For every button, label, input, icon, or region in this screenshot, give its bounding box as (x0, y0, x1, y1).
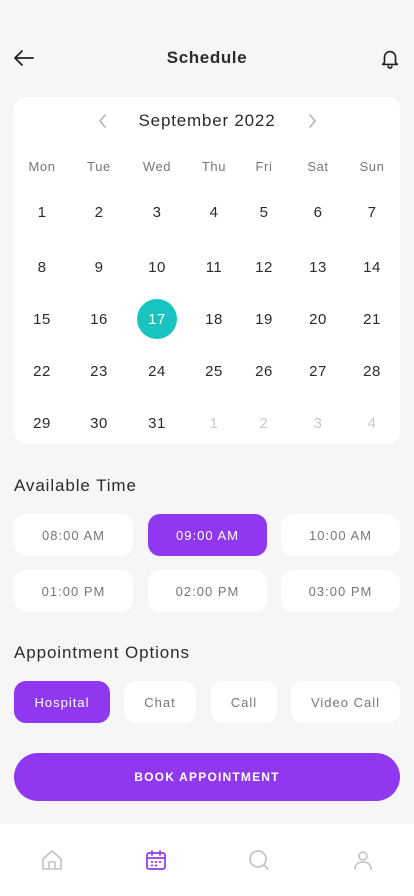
chevron-left-icon (99, 114, 106, 128)
calendar-day[interactable]: 10 (137, 247, 177, 287)
calendar-day[interactable]: 14 (352, 247, 392, 287)
calendar-day[interactable]: 12 (244, 247, 284, 287)
profile-icon (354, 851, 372, 870)
calendar-day[interactable]: 16 (79, 299, 119, 339)
calendar-day[interactable]: 29 (22, 403, 62, 443)
calendar-header: September 2022 (14, 109, 400, 133)
calendar-day[interactable]: 9 (79, 247, 119, 287)
time-slot-selected[interactable]: 09:00 AM (148, 514, 267, 556)
calendar-card: September 2022 Mon Tue Wed Thu Fri Sat S… (14, 97, 400, 444)
weekday-label: Sun (359, 159, 385, 174)
calendar-day[interactable]: 19 (244, 299, 284, 339)
calendar-day[interactable]: 2 (79, 192, 119, 232)
calendar-day[interactable]: 3 (137, 192, 177, 232)
calendar-day[interactable]: 24 (137, 351, 177, 391)
weekday-label: Thu (201, 159, 227, 174)
calendar-day[interactable]: 23 (79, 351, 119, 391)
tab-profile[interactable] (349, 846, 377, 874)
calendar-day[interactable]: 20 (298, 299, 338, 339)
calendar-day-next-month: 2 (259, 414, 269, 432)
book-appointment-button[interactable]: BOOK APPOINTMENT (14, 753, 400, 801)
weekday-label: Sat (307, 159, 329, 174)
prev-month-button[interactable] (93, 111, 113, 131)
calendar-day[interactable]: 11 (194, 247, 234, 287)
calendar-day[interactable]: 27 (298, 351, 338, 391)
available-time-title: Available Time (14, 476, 137, 495)
option-call[interactable]: Call (211, 681, 277, 723)
calendar-day[interactable]: 26 (244, 351, 284, 391)
time-slot[interactable]: 08:00 AM (14, 514, 133, 556)
appointment-options-title: Appointment Options (14, 643, 190, 662)
calendar-day-next-month: 3 (313, 414, 323, 432)
weekday-label: Wed (142, 159, 172, 174)
calendar-day[interactable]: 21 (352, 299, 392, 339)
calendar-icon (146, 850, 166, 870)
calendar-day[interactable]: 7 (352, 192, 392, 232)
calendar-day[interactable]: 1 (22, 192, 62, 232)
calendar-day[interactable]: 4 (194, 192, 234, 232)
time-slot[interactable]: 10:00 AM (281, 514, 400, 556)
time-slot[interactable]: 01:00 PM (14, 570, 133, 612)
weekday-label: Tue (87, 159, 111, 174)
bell-icon (381, 50, 399, 69)
calendar-day[interactable]: 28 (352, 351, 392, 391)
option-chat[interactable]: Chat (124, 681, 196, 723)
option-video-call[interactable]: Video Call (291, 681, 400, 723)
calendar-day-next-month: 4 (367, 414, 377, 432)
tab-home[interactable] (38, 846, 66, 874)
month-label: September 2022 (138, 111, 276, 130)
tab-schedule[interactable] (142, 846, 170, 874)
calendar-day[interactable]: 13 (298, 247, 338, 287)
calendar-day[interactable]: 5 (244, 192, 284, 232)
calendar-day[interactable]: 6 (298, 192, 338, 232)
option-hospital[interactable]: Hospital (14, 681, 110, 723)
weekday-label: Mon (28, 159, 56, 174)
tab-search[interactable] (245, 846, 273, 874)
header: Schedule (0, 36, 414, 80)
time-slot[interactable]: 03:00 PM (281, 570, 400, 612)
time-slot[interactable]: 02:00 PM (148, 570, 267, 612)
next-month-button[interactable] (302, 111, 322, 131)
calendar-day[interactable]: 18 (194, 299, 234, 339)
calendar-day[interactable]: 15 (22, 299, 62, 339)
page-title: Schedule (166, 48, 248, 67)
home-icon (42, 850, 62, 870)
calendar-day[interactable]: 31 (137, 403, 177, 443)
bottom-tab-bar (0, 824, 414, 896)
chevron-right-icon (309, 114, 316, 128)
calendar-day-selected[interactable]: 17 (137, 299, 177, 339)
calendar-day-next-month: 1 (209, 414, 219, 432)
calendar-day[interactable]: 8 (22, 247, 62, 287)
weekday-label: Fri (255, 159, 273, 174)
search-icon (249, 850, 269, 870)
notification-button[interactable] (376, 44, 404, 72)
calendar-day[interactable]: 22 (22, 351, 62, 391)
calendar-day[interactable]: 30 (79, 403, 119, 443)
calendar-day[interactable]: 25 (194, 351, 234, 391)
